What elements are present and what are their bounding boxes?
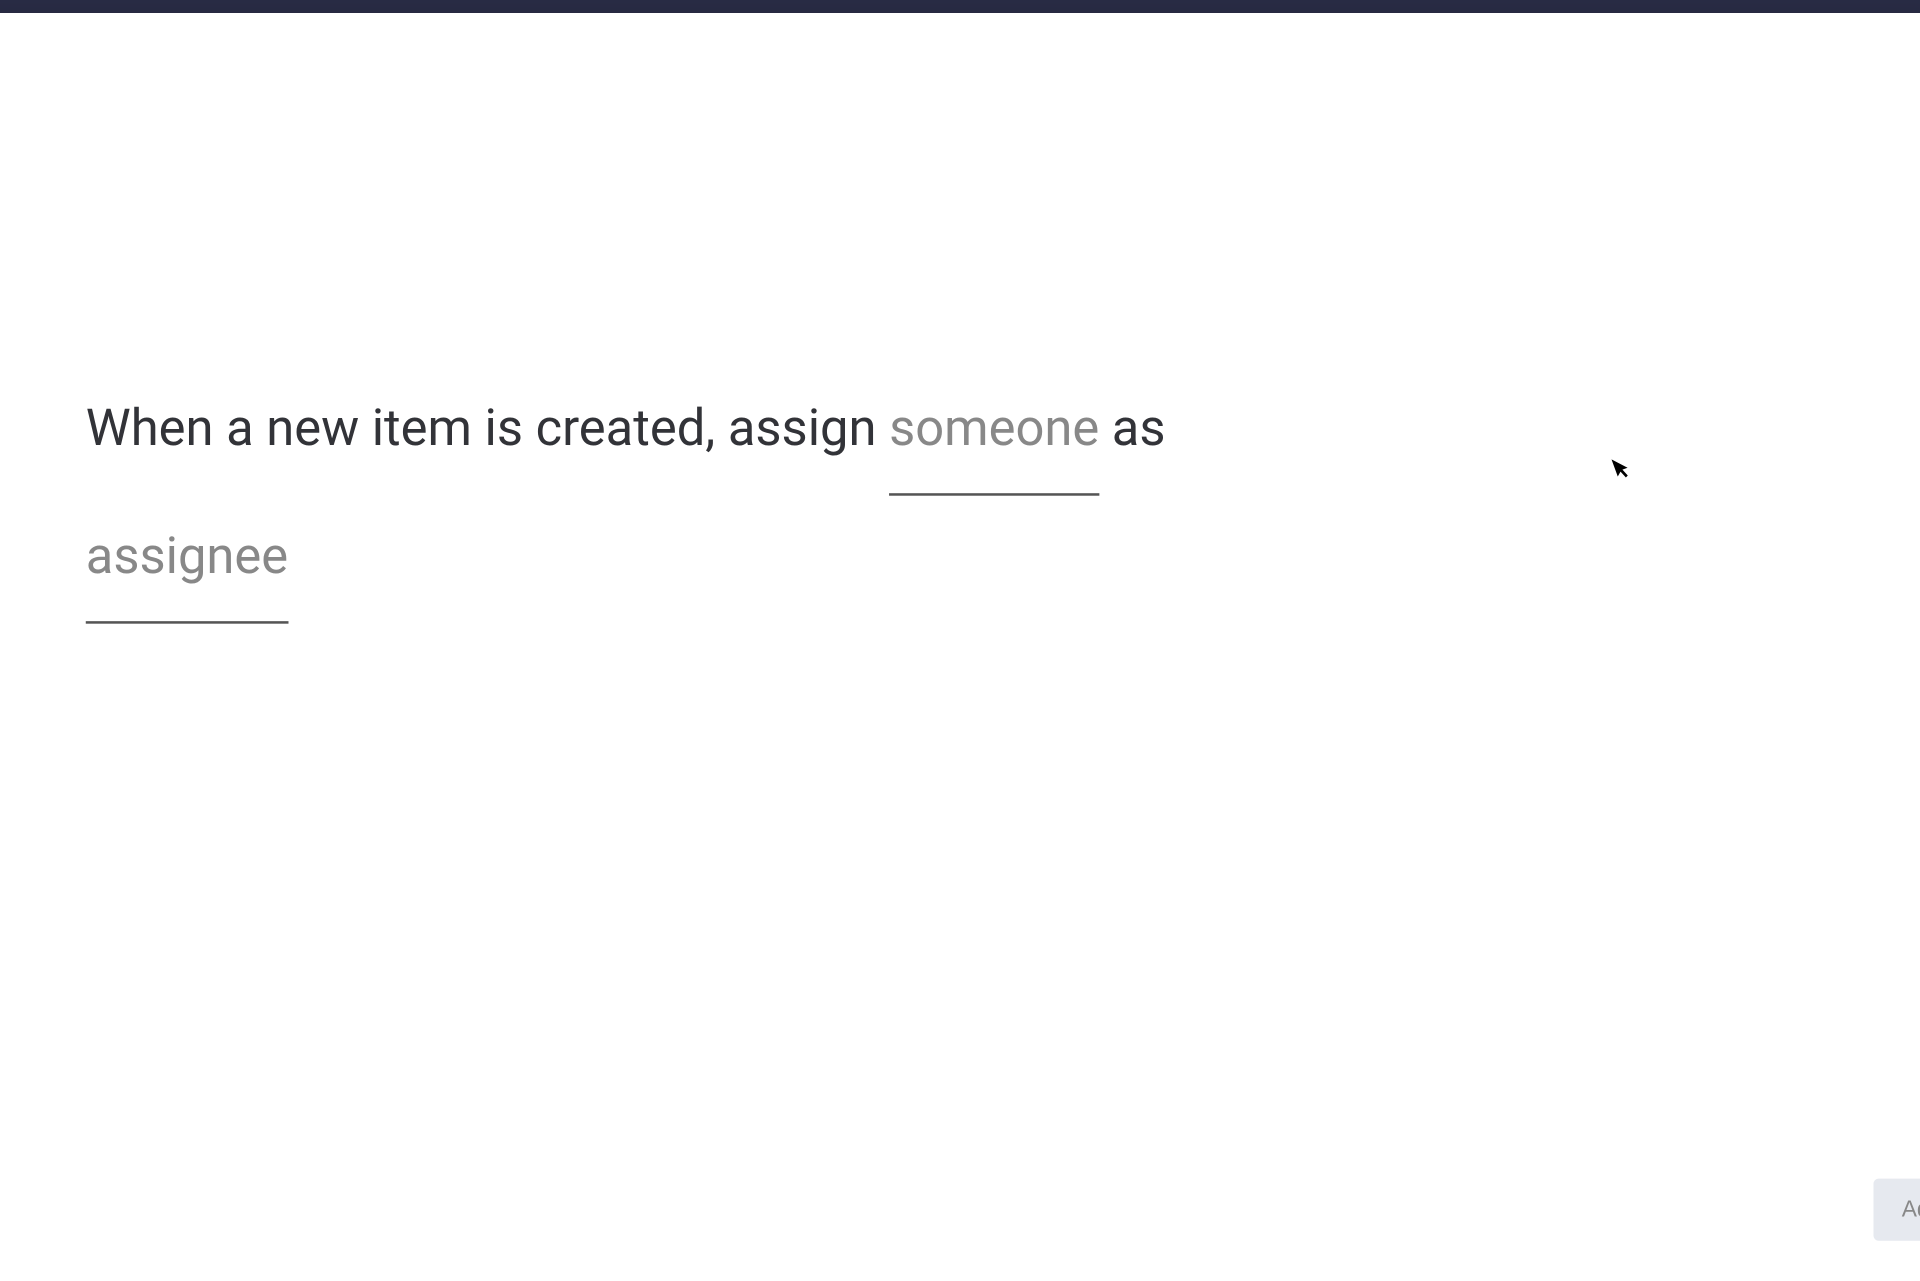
assignee-column-field[interactable]: assignee xyxy=(86,496,288,624)
add-to-board-button[interactable]: Add To Board xyxy=(1874,1179,1920,1241)
assignee-person-field[interactable]: someone xyxy=(889,368,1099,496)
automation-sentence: When a new item is created, assign someo… xyxy=(86,368,1834,624)
sentence-part2: as xyxy=(1099,398,1165,458)
automation-modal: Back When a new item is created, assign … xyxy=(0,13,1920,1281)
sentence-part1: When a new item is created, assign xyxy=(86,398,889,458)
